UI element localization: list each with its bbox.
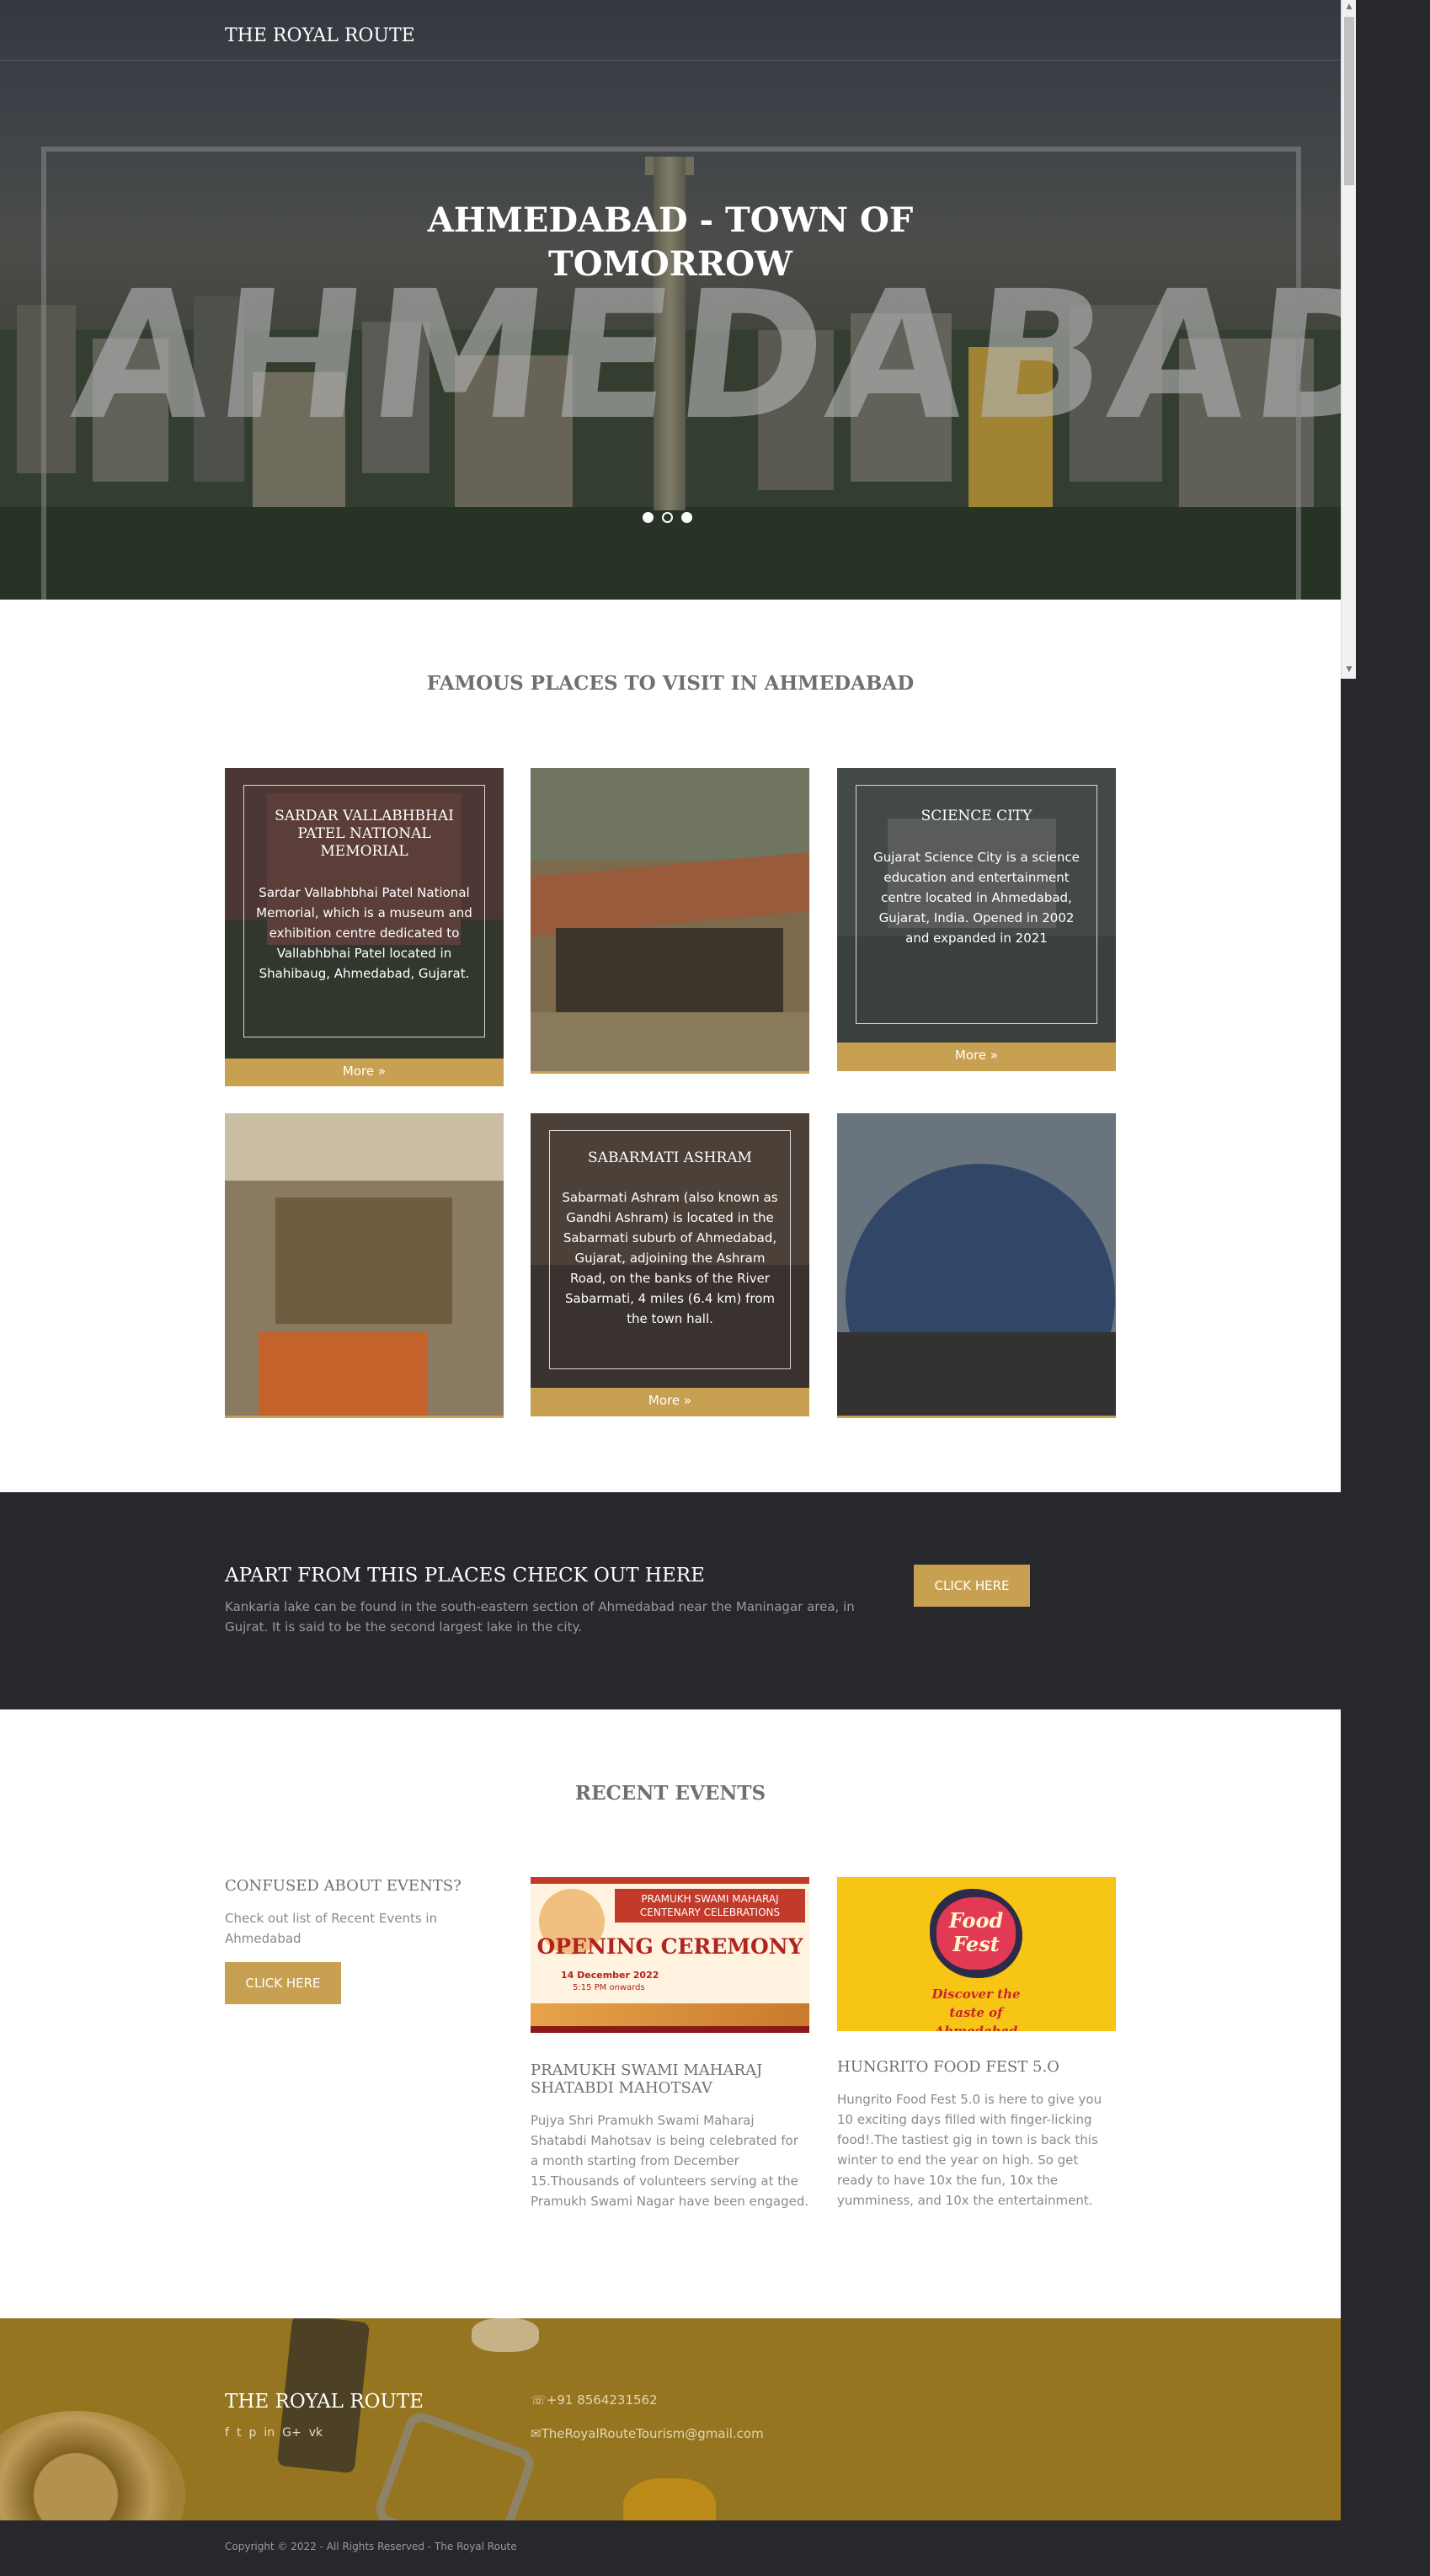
- place-card-patel-memorial[interactable]: SARDAR VALLABHBHAI PATEL NATIONAL MEMORI…: [225, 768, 504, 1086]
- place-image-ashram-courtyard: [531, 768, 809, 1071]
- cta-title: APART FROM THIS PLACES CHECK OUT HERE: [225, 1565, 705, 1587]
- poster-heading: PRAMUKH SWAMI MAHARAJ CENTENARY CELEBRAT…: [615, 1889, 805, 1923]
- poster-date: 14 December 2022: [561, 1970, 659, 1981]
- scroll-up-icon[interactable]: ▲: [1345, 3, 1353, 11]
- place-image-museum-interior: [225, 1113, 504, 1416]
- social-links: f t p in G+ vk: [225, 2426, 323, 2440]
- facebook-icon[interactable]: f: [225, 2426, 229, 2440]
- poster-logo-line1: Food: [948, 1908, 1004, 1933]
- place-card-overlay-box: SCIENCE CITY Gujarat Science City is a s…: [856, 785, 1097, 1024]
- footer-email-text: TheRoyalRouteTourism@gmail.com: [541, 2426, 764, 2441]
- famous-places-title: FAMOUS PLACES TO VISIT IN AHMEDABAD: [426, 672, 915, 695]
- event-title[interactable]: HUNGRITO FOOD FEST 5.O: [837, 2058, 1116, 2076]
- footer: THE ROYAL ROUTE f t p in G+ vk ☏+91 8564…: [0, 2318, 1341, 2520]
- brand-logo-link[interactable]: THE ROYAL ROUTE: [225, 25, 415, 46]
- more-button[interactable]: More »: [225, 1059, 504, 1084]
- more-button[interactable]: More »: [531, 1388, 809, 1413]
- events-click-here-button[interactable]: CLICK HERE: [225, 1962, 341, 2004]
- copyright-text: Copyright © 2022 - All Rights Reserved -…: [225, 2541, 517, 2552]
- google-plus-icon[interactable]: G+: [282, 2426, 301, 2440]
- copyright-bar: Copyright © 2022 - All Rights Reserved -…: [0, 2520, 1341, 2576]
- mail-icon: ✉: [531, 2426, 542, 2441]
- place-card-6[interactable]: [837, 1113, 1116, 1418]
- vk-icon[interactable]: vk: [309, 2426, 323, 2440]
- page: AHMEDABAD THE ROYAL ROUTE AHMEDABAD - TO…: [0, 0, 1341, 2576]
- recent-events-title: RECENT EVENTS: [574, 1782, 766, 1805]
- place-card-overlay-box: SARDAR VALLABHBHAI PATEL NATIONAL MEMORI…: [243, 785, 485, 1037]
- cta-text: Kankaria lake can be found in the south-…: [225, 1599, 855, 1635]
- place-card-science-city[interactable]: SCIENCE CITY Gujarat Science City is a s…: [837, 768, 1116, 1071]
- linkedin-icon[interactable]: in: [264, 2426, 275, 2440]
- cta-band: APART FROM THIS PLACES CHECK OUT HERE Ka…: [0, 1492, 1341, 1709]
- scroll-thumb[interactable]: [1344, 17, 1354, 185]
- poster-main-title: OPENING CEREMONY: [536, 1934, 803, 1959]
- poster-logo: Food Fest: [936, 1897, 1016, 1970]
- more-button[interactable]: More »: [837, 1043, 1116, 1068]
- phone-icon: ☏: [531, 2392, 547, 2408]
- scroll-down-icon[interactable]: ▼: [1345, 665, 1353, 674]
- place-card-title: SABARMATI ASHRAM: [588, 1149, 752, 1166]
- hero-overlay: [0, 0, 1341, 600]
- slider-dot-3[interactable]: [681, 512, 692, 523]
- poster-bottom-stripe: [531, 2026, 809, 2033]
- scrollbar[interactable]: ▲ ▼: [1341, 0, 1356, 679]
- event-poster-pramukh-swami[interactable]: PRAMUKH SWAMI MAHARAJ CENTENARY CELEBRAT…: [531, 1877, 809, 2033]
- place-card-text: Sabarmati Ashram (also known as Gandhi A…: [562, 1190, 778, 1326]
- poster-logo-line2: Fest: [952, 1932, 1000, 1956]
- hero-title-line1: AHMEDABAD - TOWN OF: [427, 200, 914, 240]
- twitter-icon[interactable]: t: [237, 2426, 242, 2440]
- hero-slider: AHMEDABAD THE ROYAL ROUTE AHMEDABAD - TO…: [0, 0, 1341, 600]
- event-title[interactable]: PRAMUKH SWAMI MAHARAJ SHATABDI MAHOTSAV: [531, 2061, 809, 2097]
- slider-dot-2[interactable]: [662, 512, 673, 523]
- cta-click-here-button[interactable]: CLICK HERE: [914, 1565, 1030, 1607]
- top-navbar: THE ROYAL ROUTE: [0, 0, 1341, 61]
- events-intro-title: CONFUSED ABOUT EVENTS?: [225, 1877, 462, 1895]
- poster-tagline: Discover the taste of Ahmedabad: [931, 1987, 1021, 2031]
- place-card-overlay-box: SABARMATI ASHRAM Sabarmati Ashram (also …: [549, 1130, 791, 1369]
- hero-title: AHMEDABAD - TOWN OF TOMORROW: [376, 199, 965, 286]
- slider-dots: [643, 512, 692, 523]
- event-text: Hungrito Food Fest 5.0 is here to give y…: [837, 2092, 1102, 2208]
- slider-dot-1[interactable]: [643, 512, 654, 523]
- place-card-text: Sardar Vallabhbhai Patel National Memori…: [256, 885, 472, 981]
- place-card-text: Gujarat Science City is a science educat…: [873, 850, 1080, 946]
- place-card-title: SCIENCE CITY: [920, 808, 1032, 824]
- place-card-sabarmati-ashram[interactable]: SABARMATI ASHRAM Sabarmati Ashram (also …: [531, 1113, 809, 1416]
- footer-brand: THE ROYAL ROUTE: [225, 2391, 424, 2413]
- place-card-title: SARDAR VALLABHBHAI PATEL NATIONAL MEMORI…: [275, 808, 454, 860]
- poster-top-stripe: [531, 1877, 809, 1884]
- place-card-4[interactable]: [225, 1113, 504, 1418]
- footer-phone-text: +91 8564231562: [546, 2392, 658, 2408]
- place-image-globe: [837, 1113, 1116, 1416]
- footer-email[interactable]: ✉TheRoyalRouteTourism@gmail.com: [531, 2426, 764, 2441]
- poster-time: 5:15 PM onwards: [573, 1983, 645, 1992]
- footer-phone[interactable]: ☏+91 8564231562: [531, 2392, 658, 2408]
- pinterest-icon[interactable]: p: [248, 2426, 256, 2440]
- hero-title-line2: TOMORROW: [548, 244, 792, 284]
- place-card-2[interactable]: [531, 768, 809, 1074]
- footer-overlay: [0, 2318, 1341, 2520]
- events-intro-text: Check out list of Recent Events in Ahmed…: [225, 1911, 438, 1946]
- event-text: Pujya Shri Pramukh Swami Maharaj Shatabd…: [531, 2113, 809, 2209]
- event-poster-hungrito[interactable]: Food Fest Discover the taste of Ahmedaba…: [837, 1877, 1116, 2031]
